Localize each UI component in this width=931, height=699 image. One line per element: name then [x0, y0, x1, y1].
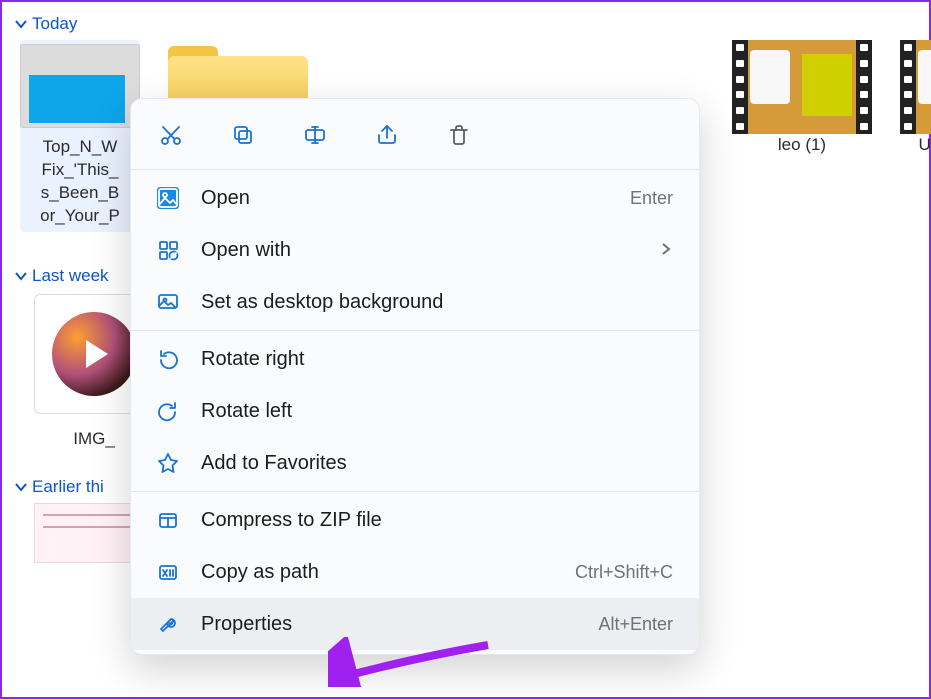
- menu-copy-path-label: Copy as path: [201, 561, 319, 584]
- menu-set-background-label: Set as desktop background: [201, 291, 443, 314]
- desktop-bg-icon: [157, 291, 179, 313]
- apps-icon: [157, 239, 179, 261]
- menu-open-label: Open: [201, 187, 250, 210]
- cut-button[interactable]: [157, 121, 185, 149]
- file-image-selected[interactable]: Top_N_W Fix_'This_ s_Been_B or_Your_P: [20, 40, 140, 232]
- menu-add-favorites[interactable]: Add to Favorites: [131, 437, 699, 489]
- menu-divider: [131, 330, 699, 331]
- file-image-label: Top_N_W Fix_'This_ s_Been_B or_Your_P: [36, 136, 124, 228]
- rotate-right-icon: [157, 348, 179, 370]
- file-video-1[interactable]: leo (1): [732, 40, 872, 157]
- menu-compress-zip-label: Compress to ZIP file: [201, 509, 382, 532]
- menu-divider: [131, 169, 699, 170]
- context-menu-icon-row: [131, 99, 699, 167]
- menu-rotate-left-label: Rotate left: [201, 400, 292, 423]
- chevron-down-icon: [14, 480, 28, 494]
- menu-copy-path[interactable]: Copy as path Ctrl+Shift+C: [131, 546, 699, 598]
- menu-rotate-right[interactable]: Rotate right: [131, 333, 699, 385]
- section-today-label: Today: [32, 14, 77, 34]
- wrench-icon: [157, 613, 179, 635]
- section-earlier-label: Earlier thi: [32, 477, 104, 497]
- menu-rotate-left[interactable]: Rotate left: [131, 385, 699, 437]
- chevron-down-icon: [14, 17, 28, 31]
- menu-divider: [131, 491, 699, 492]
- menu-open-with-label: Open with: [201, 239, 291, 262]
- section-last-week-label: Last week: [32, 266, 109, 286]
- file-video-2[interactable]: Untitled video: [900, 40, 931, 157]
- menu-set-background[interactable]: Set as desktop background: [131, 276, 699, 328]
- menu-add-favorites-label: Add to Favorites: [201, 452, 347, 475]
- file-explorer-area: Today Top_N_W Fix_'This_ s_Been_B or_You…: [2, 2, 929, 697]
- copy-button[interactable]: [229, 121, 257, 149]
- file-video-1-label: leo (1): [778, 134, 826, 157]
- menu-copy-path-shortcut: Ctrl+Shift+C: [575, 562, 673, 583]
- video-thumbnail: [732, 40, 872, 134]
- rename-icon: [303, 123, 327, 147]
- section-today[interactable]: Today: [14, 14, 917, 34]
- menu-properties-label: Properties: [201, 613, 292, 636]
- file-video-2-label: Untitled video: [918, 134, 931, 157]
- menu-rotate-right-label: Rotate right: [201, 348, 304, 371]
- share-button[interactable]: [373, 121, 401, 149]
- image-thumbnail: [20, 44, 140, 128]
- picture-icon: [157, 187, 179, 209]
- file-media-label: IMG_: [73, 428, 115, 451]
- copy-icon: [231, 123, 255, 147]
- share-icon: [375, 123, 399, 147]
- scissors-icon: [159, 123, 183, 147]
- trash-icon: [447, 123, 471, 147]
- context-menu: Open Enter Open with Set as desktop back…: [130, 98, 700, 655]
- star-icon: [157, 452, 179, 474]
- rotate-left-icon: [157, 400, 179, 422]
- menu-open[interactable]: Open Enter: [131, 172, 699, 224]
- zip-icon: [157, 509, 179, 531]
- chevron-right-icon: [659, 239, 673, 262]
- copy-path-icon: [157, 561, 179, 583]
- rename-button[interactable]: [301, 121, 329, 149]
- video-thumbnail: [900, 40, 931, 134]
- delete-button[interactable]: [445, 121, 473, 149]
- menu-properties-shortcut: Alt+Enter: [598, 614, 673, 635]
- menu-properties[interactable]: Properties Alt+Enter: [131, 598, 699, 650]
- menu-open-with[interactable]: Open with: [131, 224, 699, 276]
- chevron-down-icon: [14, 269, 28, 283]
- menu-open-shortcut: Enter: [630, 188, 673, 209]
- menu-compress-zip[interactable]: Compress to ZIP file: [131, 494, 699, 546]
